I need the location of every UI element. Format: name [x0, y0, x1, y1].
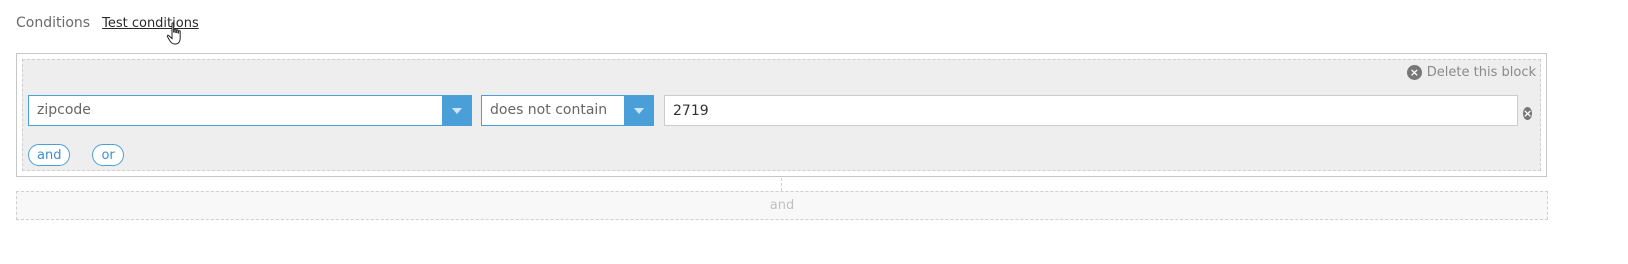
delete-block-button[interactable]: × Delete this block	[1406, 65, 1536, 80]
conditions-title: Conditions	[16, 15, 91, 31]
condition-row: zipcode does not contain ×	[28, 95, 1540, 127]
condition-value-input[interactable]	[664, 95, 1518, 126]
logic-buttons: and or	[28, 144, 124, 166]
remove-condition-button[interactable]: ×	[1523, 102, 1533, 121]
chevron-down-icon[interactable]	[442, 96, 471, 125]
field-select-value: zipcode	[37, 102, 91, 118]
condition-block: × Delete this block zipcode does not con…	[16, 53, 1547, 177]
hand-pointer-icon	[166, 22, 181, 45]
and-button[interactable]: and	[28, 144, 71, 166]
field-select[interactable]: zipcode	[28, 95, 472, 126]
or-button[interactable]: or	[92, 144, 124, 166]
close-circle-icon: ×	[1406, 65, 1422, 80]
operator-select-value: does not contain	[490, 102, 608, 118]
operator-select[interactable]: does not contain	[481, 95, 654, 126]
close-circle-icon: ×	[1523, 107, 1533, 120]
condition-group: × Delete this block zipcode does not con…	[22, 59, 1541, 171]
chevron-down-icon[interactable]	[624, 96, 653, 125]
test-conditions-link[interactable]: Test conditions	[102, 16, 199, 31]
block-connector	[781, 178, 782, 191]
add-and-block-button[interactable]: and	[16, 191, 1548, 220]
delete-block-label: Delete this block	[1426, 65, 1536, 80]
